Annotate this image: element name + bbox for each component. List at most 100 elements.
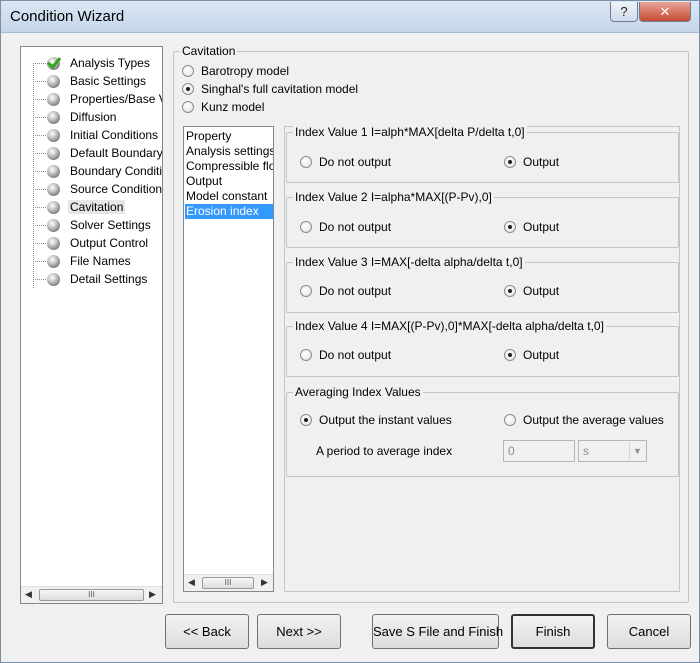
list-item-model-constant[interactable]: Model constant <box>185 189 273 204</box>
scroll-left-arrow-icon[interactable]: ◀ <box>188 577 195 588</box>
close-button[interactable]: ✕ <box>639 2 691 22</box>
tree-item-initial-conditions[interactable]: Initial Conditions <box>21 127 162 145</box>
scroll-thumb[interactable]: III <box>202 577 254 589</box>
navigation-tree[interactable]: Analysis Types Basic Settings Properties/B… <box>20 46 163 604</box>
list-horizontal-scrollbar[interactable]: ◀ III ▶ <box>184 574 273 591</box>
list-item-compressible-flow[interactable]: Compressible flow <box>185 159 273 174</box>
tree-item-label: Solver Settings <box>70 218 151 232</box>
unit-select[interactable]: s ▼ <box>578 440 647 462</box>
tree-item-diffusion[interactable]: Diffusion <box>21 109 162 127</box>
title-bar: Condition Wizard ? ✕ <box>1 1 699 33</box>
radio-label: Output <box>523 284 560 298</box>
unit-value: s <box>583 444 589 458</box>
tree-item-label: Boundary Conditic <box>70 164 163 178</box>
radio-circle-selected[interactable] <box>300 414 312 426</box>
list-item-property[interactable]: Property <box>185 129 273 144</box>
tree-item-source-conditions[interactable]: Source Conditions <box>21 181 162 199</box>
tree-item-cavitation[interactable]: Cavitation <box>21 199 162 217</box>
tree-item-basic-settings[interactable]: Basic Settings <box>21 73 162 91</box>
radio-label: Do not output <box>319 284 392 298</box>
window-title: Condition Wizard <box>10 8 125 25</box>
tree-item-label: Basic Settings <box>70 74 147 88</box>
period-label: A period to average index <box>316 444 453 458</box>
scroll-thumb[interactable]: III <box>39 589 144 601</box>
settings-listbox[interactable]: Property Analysis settings Compressible … <box>183 126 274 592</box>
tree-connector <box>33 81 46 82</box>
gear-icon <box>47 237 60 250</box>
gear-icon <box>47 147 60 160</box>
list-item-analysis-settings[interactable]: Analysis settings <box>185 144 273 159</box>
check-gear-icon <box>47 57 60 70</box>
radio-circle-selected[interactable] <box>504 285 516 297</box>
tree-item-label: File Names <box>70 254 131 268</box>
index-value-1-label: Index Value 1 I=alph*MAX[delta P/delta t… <box>293 125 527 139</box>
radio-circle[interactable] <box>300 349 312 361</box>
list-item-output[interactable]: Output <box>185 174 273 189</box>
gear-icon <box>47 75 60 88</box>
tree-item-solver-settings[interactable]: Solver Settings <box>21 217 162 235</box>
tree-connector <box>33 63 46 64</box>
index-value-4-label: Index Value 4 I=MAX[(P-Pv),0]*MAX[-delta… <box>293 319 606 333</box>
scroll-right-arrow-icon[interactable]: ▶ <box>149 589 156 600</box>
radio-circle[interactable] <box>300 285 312 297</box>
gear-icon <box>47 111 60 124</box>
tree-connector <box>33 189 46 190</box>
cancel-button[interactable]: Cancel <box>607 614 691 649</box>
tree-item-file-names[interactable]: File Names <box>21 253 162 271</box>
finish-button[interactable]: Finish <box>511 614 595 649</box>
radio-circle[interactable] <box>300 221 312 233</box>
cavitation-group-label: Cavitation <box>180 44 238 58</box>
gear-icon <box>47 93 60 106</box>
gear-icon <box>47 129 60 142</box>
tree-item-label: Detail Settings <box>70 272 148 286</box>
tree-item-detail-settings[interactable]: Detail Settings <box>21 271 162 289</box>
tree-item-analysis-types[interactable]: Analysis Types <box>21 55 162 73</box>
back-button[interactable]: << Back <box>165 614 249 649</box>
radio-label: Output <box>523 155 560 169</box>
model-kunz-label: Kunz model <box>201 100 265 114</box>
radio-label: Do not output <box>319 155 392 169</box>
radio-circle-selected[interactable] <box>504 221 516 233</box>
radio-circle[interactable] <box>182 101 194 113</box>
averaging-group-label: Averaging Index Values <box>293 385 423 399</box>
tree-item-boundary-conditic[interactable]: Boundary Conditic <box>21 163 162 181</box>
scroll-right-arrow-icon[interactable]: ▶ <box>261 577 268 588</box>
tree-connector <box>33 99 46 100</box>
tree-item-output-control[interactable]: Output Control <box>21 235 162 253</box>
next-button[interactable]: Next >> <box>257 614 341 649</box>
chevron-down-icon[interactable]: ▼ <box>629 442 645 460</box>
radio-circle-selected[interactable] <box>504 349 516 361</box>
radio-label: Output the instant values <box>319 413 452 427</box>
tree-item-default-boundary[interactable]: Default Boundary <box>21 145 162 163</box>
tree-horizontal-scrollbar[interactable]: ◀ III ▶ <box>21 586 162 603</box>
radio-circle[interactable] <box>182 65 194 77</box>
index-value-2-label: Index Value 2 I=alpha*MAX[(P-Pv),0] <box>293 190 494 204</box>
tree-connector <box>33 279 46 280</box>
tree-connector <box>33 225 46 226</box>
tree-connector <box>33 135 46 136</box>
tree-item-label: Initial Conditions <box>70 128 159 142</box>
radio-label: Output <box>523 348 560 362</box>
radio-circle[interactable] <box>504 414 516 426</box>
list-item-erosion-index[interactable]: Erosion index <box>185 204 273 219</box>
averaging-group: Averaging Index Values <box>286 385 679 477</box>
radio-circle-selected[interactable] <box>182 83 194 95</box>
period-input[interactable]: 0 <box>503 440 575 462</box>
gear-icon <box>47 201 60 214</box>
gear-icon <box>47 165 60 178</box>
tree-item-properties-base-v[interactable]: Properties/Base V <box>21 91 162 109</box>
tree-item-label: Source Conditions <box>70 182 163 196</box>
condition-wizard-window: Condition Wizard ? ✕ Analysis Types Basic… <box>0 0 700 663</box>
tree-item-label: Analysis Types <box>70 56 150 70</box>
help-button[interactable]: ? <box>610 2 638 22</box>
tree-connector <box>33 261 46 262</box>
scroll-left-arrow-icon[interactable]: ◀ <box>25 589 32 600</box>
save-s-file-and-finish-button[interactable]: Save S File and Finish <box>372 614 503 649</box>
gear-icon <box>47 183 60 196</box>
radio-circle-selected[interactable] <box>504 156 516 168</box>
tree-connector <box>33 153 46 154</box>
model-singhal-label: Singhal's full cavitation model <box>201 82 359 96</box>
radio-circle[interactable] <box>300 156 312 168</box>
tree-item-label: Properties/Base V <box>70 92 163 106</box>
tree-connector <box>33 117 46 118</box>
